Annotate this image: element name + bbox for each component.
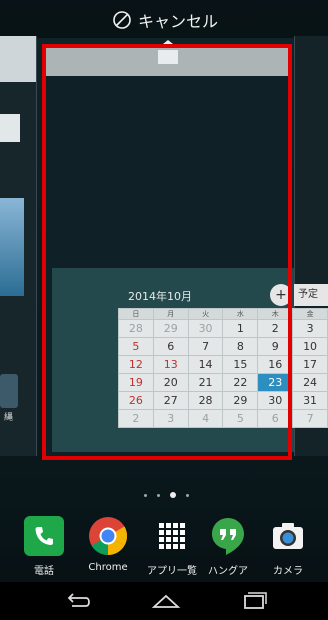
dock-app-chrome[interactable]: Chrome [78,516,138,573]
camera-icon [268,516,308,556]
left-page-app-icon [0,374,18,408]
dock-app-label: アプリ一覧 [147,566,197,577]
weekday-header: 金 [292,308,328,320]
dock-app-label: Chrome [88,562,128,573]
left-page-widget-2 [0,114,20,142]
left-page-widget [0,36,36,82]
calendar-day[interactable]: 10 [292,337,328,356]
cancel-button[interactable]: キャンセル [112,8,218,32]
page-dot [144,493,147,497]
hangouts-icon [208,516,248,556]
recent-apps-icon[interactable] [238,590,270,612]
dock-app-label: 電話 [34,566,54,577]
cancel-icon [113,11,131,29]
dock-app-label: ハングア [208,566,248,577]
page-dot [186,493,189,497]
app-drawer-icon [152,516,192,556]
home-nav-icon[interactable] [150,590,182,612]
dock-app-hangouts[interactable]: ハングア [198,516,258,577]
page-dot-active [170,492,176,498]
dock-app-label: カメラ [273,566,303,577]
dock-app-drawer[interactable]: アプリ一覧 [142,516,202,577]
calendar-day[interactable]: 3 [292,319,328,338]
left-home-page-preview[interactable]: 縄 [0,36,37,456]
dock-app-camera[interactable]: カメラ [258,516,318,577]
schedule-label[interactable]: 予定 [294,284,328,306]
calendar-day[interactable]: 24 [292,373,328,392]
calendar-day[interactable]: 31 [292,391,328,410]
calendar-day[interactable]: 7 [292,409,328,428]
page-dot [157,493,160,497]
calendar-day[interactable]: 17 [292,355,328,374]
phone-icon [24,516,64,556]
page-indicator [144,492,189,498]
dock-app-phone[interactable]: 電話 [14,516,74,577]
app-dock: 電話 Chrome アプリ一覧 ハングア カメラ [0,510,328,580]
chrome-icon [88,516,128,556]
selected-page-frame [42,44,292,460]
cancel-label: キャンセル [138,12,219,31]
left-page-image [0,198,24,296]
navigation-bar [0,582,328,620]
left-page-app-label: 縄 [4,413,14,423]
back-icon[interactable] [62,590,94,612]
